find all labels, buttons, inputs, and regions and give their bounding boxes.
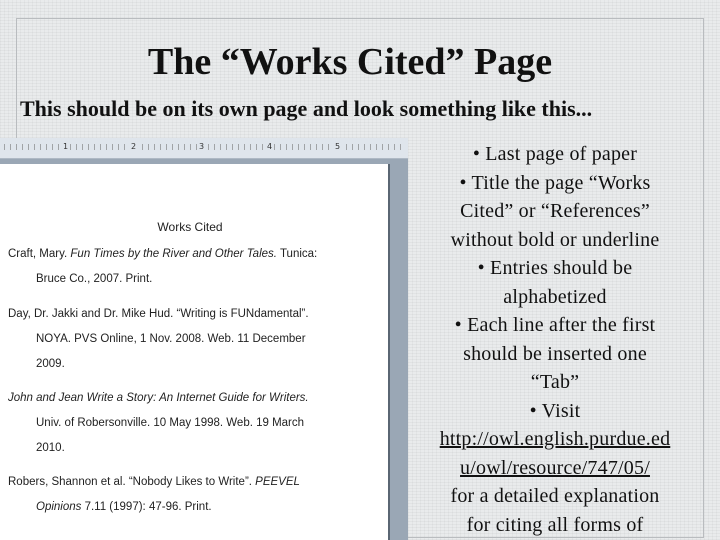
works-cited-heading: Works Cited <box>157 220 223 234</box>
slide-title: The “Works Cited” Page <box>147 41 553 83</box>
bullet-line: for a detailed explanation <box>450 485 660 507</box>
citation-indented-line: 2009. <box>36 358 65 370</box>
bullet-line: • Title the page “Works <box>459 171 651 194</box>
owl-purdue-link[interactable]: http://owl.english.purdue.ed <box>408 425 702 454</box>
citation-text: Robers, Shannon et al. “Nobody Likes to … <box>8 476 256 488</box>
link-text[interactable]: http://owl.english.purdue.ed <box>440 428 671 450</box>
citation-entry: John and Jean Write a Story: An Internet… <box>8 386 380 461</box>
bullet-line: • Entries should be <box>477 257 633 279</box>
ruler-number: 1 <box>62 142 70 151</box>
citation-indented-line: Opinions 7.11 (1997): 47-96. Print. <box>8 495 380 520</box>
citation-title: Fun Times by the River and Other Tales. <box>70 248 277 260</box>
owl-purdue-link-continued[interactable]: u/owl/resource/747/05/ <box>408 454 702 483</box>
works-cited-document-screenshot: 1 2 3 4 5 Works Cited Craft, Mary. Fun T… <box>0 138 408 540</box>
bullet-line: • Visit <box>529 399 581 422</box>
citation-title: John and Jean Write a Story: An Internet… <box>8 392 309 404</box>
bullet-line: Cited” or “References” <box>460 200 650 222</box>
ruler-number: 4 <box>266 142 274 151</box>
bullet-line: alphabetized <box>503 285 607 308</box>
citation-text: Day, Dr. Jakki and Dr. Mike Hud. “Writin… <box>8 308 309 320</box>
citation-indented-line: NOYA. PVS Online, 1 Nov. 2008. Web. 11 D… <box>36 333 306 345</box>
bullet-line: “Tab” <box>530 371 580 393</box>
link-text[interactable]: u/owl/resource/747/05/ <box>460 457 650 479</box>
citation-indented-line: 2010. <box>36 442 65 454</box>
citation-indented-line: Bruce Co., 2007. Print. <box>36 273 153 285</box>
ruler-number: 3 <box>198 142 206 151</box>
ruler-number: 5 <box>334 142 342 151</box>
citation-title: Opinions <box>36 501 82 513</box>
slide-subtitle: This should be on its own page and look … <box>20 96 593 121</box>
citation-title: PEEVEL <box>255 476 300 488</box>
citation-entry: Robers, Shannon et al. “Nobody Likes to … <box>8 470 380 520</box>
bullet-line: • Last page of paper <box>472 143 638 165</box>
citation-text: 7.11 (1997): 47-96. Print. <box>81 501 212 513</box>
ruler-number: 2 <box>130 142 138 151</box>
bullet-line: • Each line after the first <box>454 314 656 336</box>
bullet-line: without bold or underline <box>450 228 660 251</box>
document-page: Works Cited Craft, Mary. Fun Times by th… <box>0 164 390 540</box>
citation-entry: Craft, Mary. Fun Times by the River and … <box>8 242 380 292</box>
instructions-text: • Last page of paper • Title the page “W… <box>408 140 702 539</box>
document-ruler: 1 2 3 4 5 <box>0 138 408 159</box>
citation-text: Craft, Mary. <box>8 248 71 260</box>
citation-entry: Day, Dr. Jakki and Dr. Mike Hud. “Writin… <box>8 302 380 377</box>
citation-text: Tunica: <box>276 248 318 260</box>
citation-indented-line: Univ. of Robersonville. 10 May 1998. Web… <box>36 417 305 429</box>
bullet-line: for citing all forms of <box>466 513 644 536</box>
bullet-line: should be inserted one <box>463 342 647 365</box>
